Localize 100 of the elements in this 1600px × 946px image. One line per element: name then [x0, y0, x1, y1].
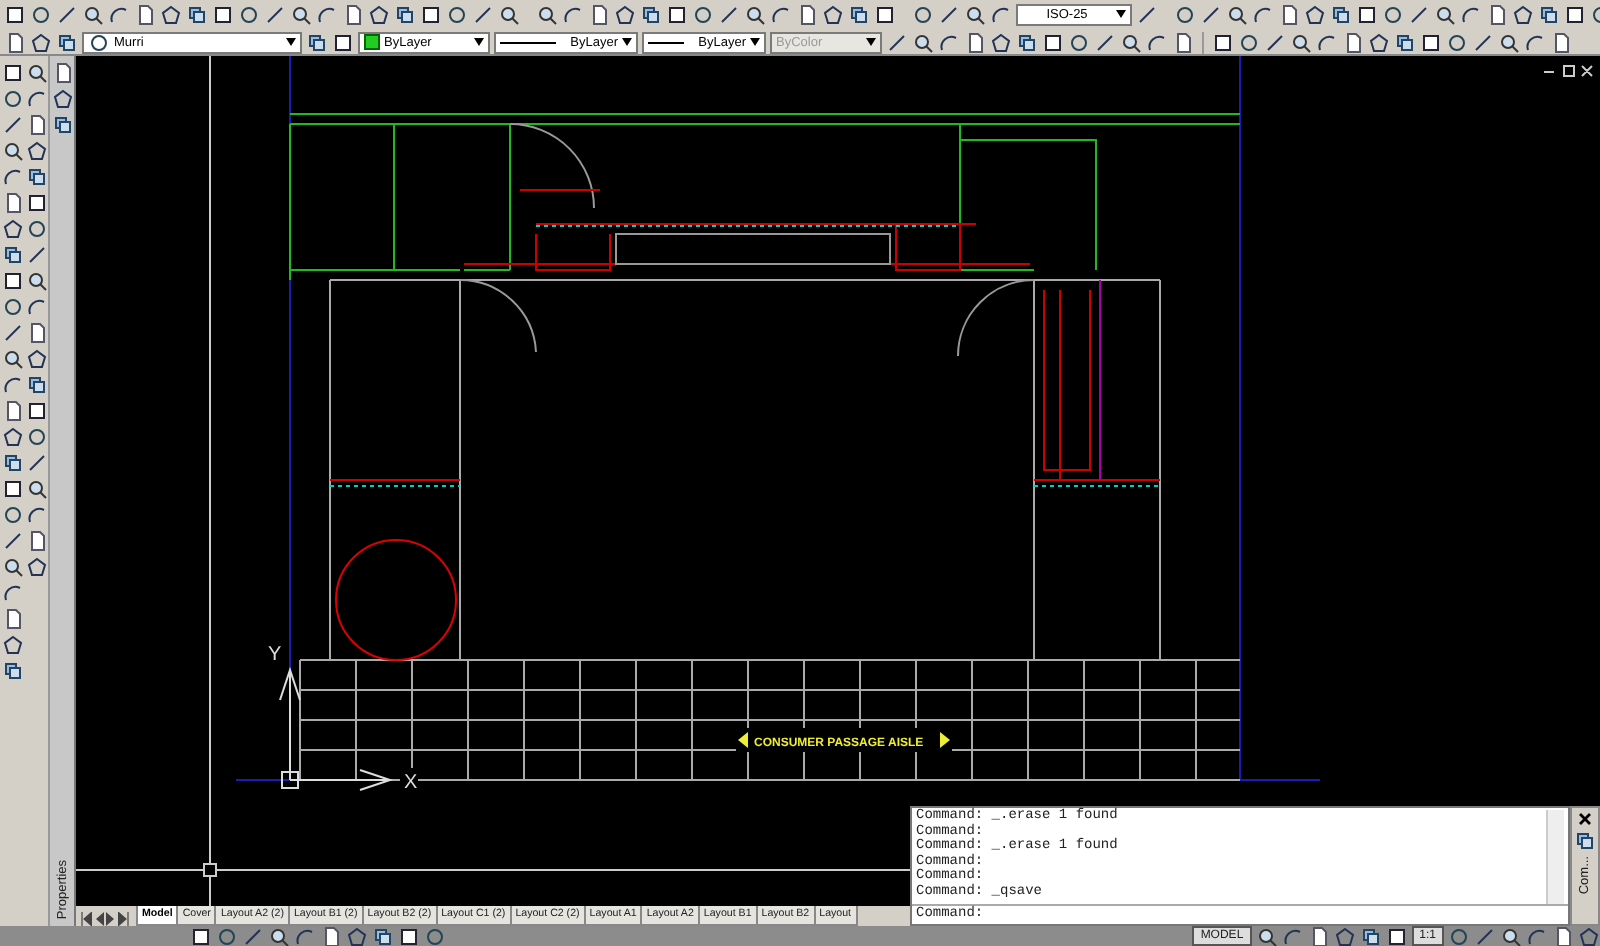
- magnifier-icon[interactable]: [498, 3, 520, 25]
- layers-icon[interactable]: [1016, 31, 1038, 53]
- square-icon[interactable]: [25, 400, 47, 422]
- square-icon[interactable]: [1212, 31, 1234, 53]
- polygon-icon[interactable]: [51, 88, 73, 110]
- polygon-icon[interactable]: [1333, 925, 1356, 946]
- arc-icon[interactable]: [316, 3, 338, 25]
- arc-icon[interactable]: [990, 3, 1012, 25]
- circle-icon[interactable]: [238, 3, 260, 25]
- polygon-icon[interactable]: [990, 31, 1012, 53]
- polygon-icon[interactable]: [822, 3, 844, 25]
- line-icon[interactable]: [1, 530, 23, 552]
- square-icon[interactable]: [666, 3, 688, 25]
- magnifier-icon[interactable]: [1120, 31, 1142, 53]
- polygon-icon[interactable]: [346, 925, 368, 946]
- square-icon[interactable]: [1420, 31, 1442, 53]
- polygon-icon[interactable]: [1304, 3, 1326, 25]
- layers-icon[interactable]: [186, 3, 208, 25]
- layers-icon[interactable]: [372, 925, 394, 946]
- arc-icon[interactable]: [1, 166, 23, 188]
- arc-icon[interactable]: [1, 582, 23, 604]
- circle-icon[interactable]: [1174, 3, 1196, 25]
- page-icon[interactable]: [1278, 3, 1300, 25]
- magnifier-icon[interactable]: [536, 3, 558, 25]
- previous-tab-icon[interactable]: [94, 912, 104, 926]
- square-icon[interactable]: [1042, 31, 1064, 53]
- arc-icon[interactable]: [1524, 31, 1546, 53]
- page-icon[interactable]: [25, 114, 47, 136]
- line-icon[interactable]: [264, 3, 286, 25]
- page-icon[interactable]: [25, 322, 47, 344]
- square-icon[interactable]: [874, 3, 896, 25]
- polygon-icon[interactable]: [25, 348, 47, 370]
- arc-icon[interactable]: [770, 3, 792, 25]
- magnifier-icon[interactable]: [82, 3, 104, 25]
- polygon-icon[interactable]: [614, 3, 636, 25]
- magnifier-icon[interactable]: [1226, 3, 1248, 25]
- square-icon[interactable]: [190, 925, 212, 946]
- arc-icon[interactable]: [25, 296, 47, 318]
- line-icon[interactable]: [1, 114, 23, 136]
- circle-icon[interactable]: [1382, 3, 1404, 25]
- arc-icon[interactable]: [1252, 3, 1274, 25]
- square-icon[interactable]: [25, 192, 47, 214]
- circle-icon[interactable]: [1446, 31, 1468, 53]
- polygon-icon[interactable]: [25, 140, 47, 162]
- square-icon[interactable]: [1, 270, 23, 292]
- line-icon[interactable]: [886, 31, 908, 53]
- square-icon[interactable]: [1, 478, 23, 500]
- circle-icon[interactable]: [1, 88, 23, 110]
- polygon-icon[interactable]: [1, 218, 23, 240]
- circle-icon[interactable]: [1068, 31, 1090, 53]
- line-icon[interactable]: [25, 244, 47, 266]
- layers-icon[interactable]: [848, 3, 870, 25]
- square-icon[interactable]: [1564, 3, 1586, 25]
- magnifier-icon[interactable]: [25, 62, 47, 84]
- layers-icon[interactable]: [56, 31, 78, 53]
- layers-icon[interactable]: [1359, 925, 1382, 946]
- arc-icon[interactable]: [25, 88, 47, 110]
- polygon-icon[interactable]: [1, 634, 23, 656]
- polygon-icon[interactable]: [160, 3, 182, 25]
- line-icon[interactable]: [1408, 3, 1430, 25]
- page-icon[interactable]: [588, 3, 610, 25]
- line-icon[interactable]: [1, 322, 23, 344]
- line-icon[interactable]: [718, 3, 740, 25]
- page-icon[interactable]: [796, 3, 818, 25]
- magnifier-icon[interactable]: [1255, 925, 1278, 946]
- page-icon[interactable]: [1, 400, 23, 422]
- layers-icon[interactable]: [25, 374, 47, 396]
- circle-icon[interactable]: [30, 3, 52, 25]
- polygon-icon[interactable]: [1368, 31, 1390, 53]
- circle-icon[interactable]: [1, 504, 23, 526]
- magnifier-icon[interactable]: [912, 31, 934, 53]
- layers-icon[interactable]: [394, 3, 416, 25]
- circle-icon[interactable]: [88, 31, 110, 53]
- square-icon[interactable]: [1356, 3, 1378, 25]
- layers-icon[interactable]: [1538, 3, 1560, 25]
- layers-icon[interactable]: [25, 166, 47, 188]
- line-icon[interactable]: [25, 452, 47, 474]
- polygon-icon[interactable]: [1, 426, 23, 448]
- polygon-icon[interactable]: [1578, 925, 1600, 946]
- arc-icon[interactable]: [25, 504, 47, 526]
- line-icon[interactable]: [1136, 3, 1158, 25]
- layers-icon[interactable]: [1, 660, 23, 682]
- line-icon[interactable]: [1094, 31, 1116, 53]
- layers-icon[interactable]: [51, 114, 73, 136]
- layers-icon[interactable]: [1, 244, 23, 266]
- layers-icon[interactable]: [640, 3, 662, 25]
- magnifier-icon[interactable]: [1, 140, 23, 162]
- arc-icon[interactable]: [562, 3, 584, 25]
- layers-icon[interactable]: [1574, 830, 1596, 852]
- arc-icon[interactable]: [1281, 925, 1304, 946]
- page-icon[interactable]: [1486, 3, 1508, 25]
- circle-icon[interactable]: [692, 3, 714, 25]
- circle-icon[interactable]: [446, 3, 468, 25]
- arc-icon[interactable]: [1526, 925, 1548, 946]
- layers-icon[interactable]: [1394, 31, 1416, 53]
- arc-icon[interactable]: [1316, 31, 1338, 53]
- last-tab-icon[interactable]: [118, 912, 130, 926]
- scrollbar[interactable]: [1546, 810, 1564, 904]
- line-icon[interactable]: [938, 3, 960, 25]
- square-icon[interactable]: [420, 3, 442, 25]
